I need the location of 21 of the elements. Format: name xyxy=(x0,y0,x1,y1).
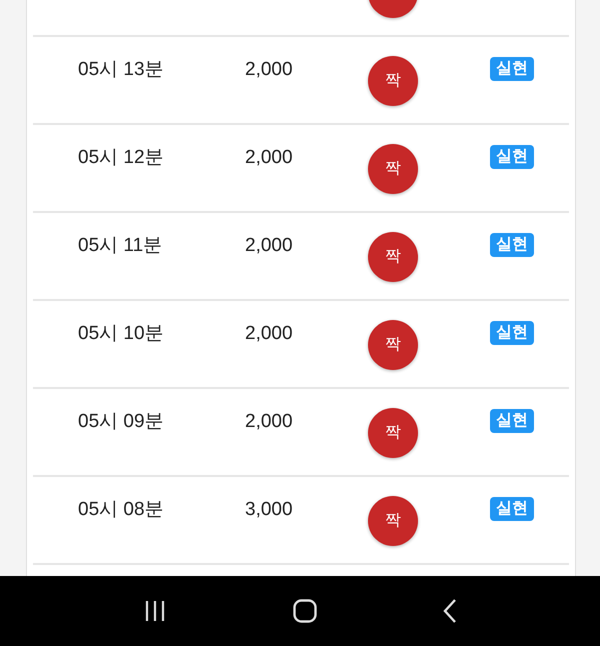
recent-apps-icon[interactable] xyxy=(143,600,167,622)
status-badge: 실현 xyxy=(490,497,534,521)
time-text: 05시 09분 xyxy=(78,410,165,434)
amount-text: 2,000 xyxy=(245,410,294,434)
home-icon[interactable] xyxy=(293,599,317,623)
status-badge: 실현 xyxy=(490,57,534,81)
amount-text: 2,000 xyxy=(245,58,294,82)
status-badge: 실현 xyxy=(490,409,534,433)
time-text: 05시 10분 xyxy=(78,322,165,346)
back-icon[interactable] xyxy=(443,599,457,623)
time-text: 05시 12분 xyxy=(78,146,165,170)
time-text: 05시 08분 xyxy=(78,498,165,522)
time-text: 05시 11분 xyxy=(78,234,164,258)
amount-text: 2,000 xyxy=(245,322,294,346)
amount-text: 2,000 xyxy=(245,146,294,170)
status-badge: 실현 xyxy=(490,321,534,345)
time-text: 05시 13분 xyxy=(78,58,165,82)
status-badge: 실현 xyxy=(490,145,534,169)
status-badge: 실현 xyxy=(490,233,534,257)
amount-text: 2,000 xyxy=(245,234,294,258)
amount-text: 3,000 xyxy=(245,498,294,522)
